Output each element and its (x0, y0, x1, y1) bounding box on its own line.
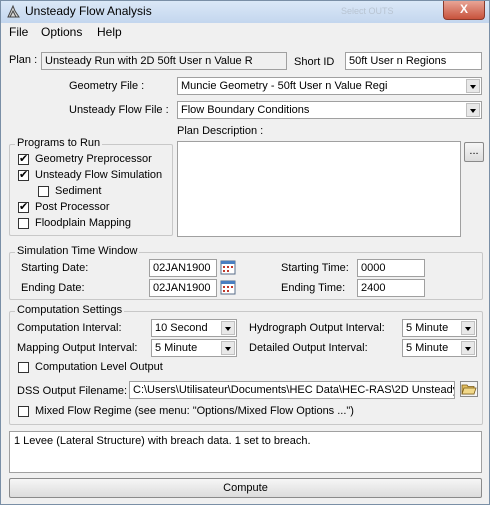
mapping-output-interval-value: 5 Minute (155, 342, 198, 354)
mixed-flow-regime-label: Mixed Flow Regime (see menu: "Options/Mi… (35, 405, 354, 417)
sediment-label: Sediment (55, 185, 102, 197)
dropdown-arrow-icon[interactable] (221, 321, 235, 335)
plan-description-textarea[interactable] (177, 141, 461, 237)
computation-interval-value: 10 Second (155, 322, 208, 334)
short-id-field[interactable]: 50ft User n Regions (345, 52, 482, 70)
computation-settings-legend: Computation Settings (15, 304, 125, 316)
messages-textarea[interactable]: 1 Levee (Lateral Structure) with breach … (9, 431, 482, 473)
close-button[interactable]: X (443, 1, 485, 20)
computation-level-output-checkbox[interactable] (18, 362, 29, 373)
computation-interval-label: Computation Interval: (17, 322, 122, 334)
starting-time-label: Starting Time: (281, 262, 349, 274)
dss-output-filename-field[interactable]: C:\Users\Utilisateur\Documents\HEC Data\… (129, 381, 455, 399)
geometry-preprocessor-checkbox[interactable] (18, 152, 29, 165)
sediment-checkbox[interactable] (38, 186, 49, 197)
geometry-preprocessor-label: Geometry Preprocessor (35, 153, 152, 165)
plan-title-field[interactable]: Unsteady Run with 2D 50ft User n Value R (41, 52, 287, 70)
background-window-text: Select OUTS (341, 6, 394, 16)
hydrograph-output-interval-value: 5 Minute (406, 322, 449, 334)
geometry-file-value: Muncie Geometry - 50ft User n Value Regi (181, 80, 388, 92)
menu-help[interactable]: Help (97, 25, 122, 39)
mapping-output-interval-select[interactable]: 5 Minute (151, 339, 237, 357)
unsteady-flow-simulation-checkbox[interactable] (18, 168, 29, 181)
dropdown-arrow-icon[interactable] (461, 321, 475, 335)
hydrograph-output-interval-select[interactable]: 5 Minute (402, 319, 477, 337)
menu-options[interactable]: Options (41, 25, 82, 39)
window-title: Unsteady Flow Analysis (25, 4, 152, 18)
ending-date-label: Ending Date: (21, 282, 85, 294)
menu-bar: File Options Help (1, 23, 489, 41)
dropdown-arrow-icon[interactable] (466, 79, 480, 93)
floodplain-mapping-checkbox[interactable] (18, 218, 29, 229)
menu-file[interactable]: File (9, 25, 28, 39)
unsteady-flow-file-label: Unsteady Flow File : (69, 104, 169, 116)
starting-date-label: Starting Date: (21, 262, 89, 274)
unsteady-flow-window: Unsteady Flow Analysis Select OUTS X Fil… (0, 0, 490, 505)
ending-date-field[interactable]: 02JAN1900 (149, 279, 217, 297)
floodplain-mapping-label: Floodplain Mapping (35, 217, 132, 229)
geometry-file-select[interactable]: Muncie Geometry - 50ft User n Value Regi (177, 77, 482, 95)
dropdown-arrow-icon[interactable] (461, 341, 475, 355)
dropdown-arrow-icon[interactable] (221, 341, 235, 355)
close-icon: X (459, 2, 468, 16)
post-processor-label: Post Processor (35, 201, 110, 213)
unsteady-flow-simulation-label: Unsteady Flow Simulation (35, 169, 163, 181)
title-bar[interactable]: Unsteady Flow Analysis Select OUTS X (1, 1, 489, 23)
hec-ras-app-icon (7, 4, 20, 18)
unsteady-flow-file-value: Flow Boundary Conditions (181, 104, 310, 116)
plan-label: Plan : (9, 54, 38, 66)
geometry-file-label: Geometry File : (69, 80, 145, 92)
dss-output-filename-label: DSS Output Filename: (17, 385, 128, 397)
hydrograph-output-interval-label: Hydrograph Output Interval: (249, 322, 385, 334)
programs-to-run-legend: Programs to Run (15, 137, 103, 149)
calendar-icon[interactable] (220, 279, 236, 295)
starting-time-field[interactable]: 0000 (357, 259, 425, 277)
short-id-label: Short ID (294, 56, 335, 68)
simulation-time-window-legend: Simulation Time Window (15, 245, 140, 257)
messages-text: 1 Levee (Lateral Structure) with breach … (14, 435, 311, 447)
detailed-output-interval-select[interactable]: 5 Minute (402, 339, 477, 357)
compute-button[interactable]: Compute (9, 478, 482, 498)
starting-date-field[interactable]: 02JAN1900 (149, 259, 217, 277)
mapping-output-interval-label: Mapping Output Interval: (17, 342, 138, 354)
calendar-icon[interactable] (220, 259, 236, 275)
unsteady-flow-file-select[interactable]: Flow Boundary Conditions (177, 101, 482, 119)
detailed-output-interval-label: Detailed Output Interval: (249, 342, 368, 354)
detailed-output-interval-value: 5 Minute (406, 342, 449, 354)
mixed-flow-regime-checkbox[interactable] (18, 406, 29, 417)
description-more-button[interactable]: ... (464, 142, 484, 162)
ending-time-field[interactable]: 2400 (357, 279, 425, 297)
computation-level-output-label: Computation Level Output (35, 361, 163, 373)
open-folder-icon[interactable] (460, 381, 478, 397)
plan-description-label: Plan Description : (177, 125, 264, 137)
computation-interval-select[interactable]: 10 Second (151, 319, 237, 337)
post-processor-checkbox[interactable] (18, 200, 29, 213)
ending-time-label: Ending Time: (281, 282, 346, 294)
dropdown-arrow-icon[interactable] (466, 103, 480, 117)
